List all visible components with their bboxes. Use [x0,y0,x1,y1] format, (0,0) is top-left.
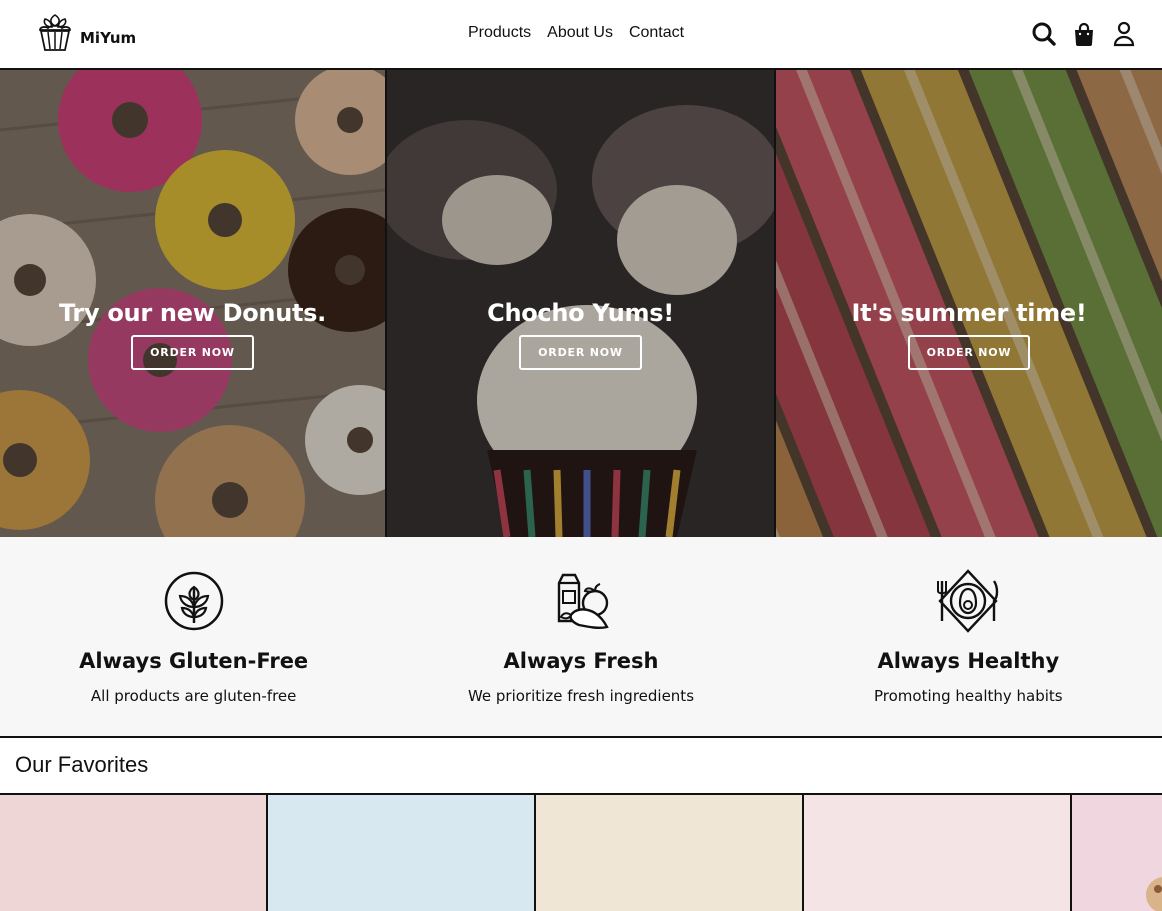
avocado-plate-icon [937,569,999,633]
order-now-button-cupcakes[interactable]: ORDER NOW [519,335,642,370]
hero-panel-donuts: Try our new Donuts. ORDER NOW [0,70,387,537]
hero-panel-cupcakes: Chocho Yums! ORDER NOW [387,70,776,537]
feature-fresh: Always Fresh We prioritize fresh ingredi… [387,537,774,736]
section-title: Our Favorites [15,752,149,777]
hero-title-donuts: Try our new Donuts. [59,299,326,327]
feature-text: Promoting healthy habits [873,687,1063,705]
shopping-bag-icon[interactable] [1072,21,1096,47]
feature-title: Always Gluten-Free [79,649,309,673]
hero-content-macarons: It's summer time! ORDER NOW [776,299,1162,370]
order-now-button-donuts[interactable]: ORDER NOW [131,335,254,370]
main-nav: Products About Us Contact [468,24,684,42]
feature-title: Always Fresh [503,649,659,673]
hero-banner: Try our new Donuts. ORDER NOW Chocho Yum… [0,70,1162,537]
favorite-card[interactable] [804,795,1072,911]
favorite-card[interactable] [268,795,536,911]
feature-gluten-free: Always Gluten-Free All products are glut… [0,537,387,736]
site-header: MiYum Products About Us Contact [0,0,1162,70]
favorite-card[interactable] [1072,795,1162,911]
cupcake-logo-icon [39,14,71,51]
feature-text: All products are gluten-free [90,687,297,705]
grocery-icon [557,573,609,630]
hero-content-cupcakes: Chocho Yums! ORDER NOW [387,299,774,370]
favorite-card[interactable] [0,795,268,911]
feature-title: Always Healthy [877,649,1060,673]
hero-title-cupcakes: Chocho Yums! [487,299,674,327]
favorite-card[interactable] [536,795,804,911]
feature-text: We prioritize fresh ingredients [467,687,695,705]
favorites-carousel [0,795,1162,911]
user-icon[interactable] [1112,21,1136,47]
feature-healthy: Always Healthy Promoting healthy habits [775,537,1162,736]
hero-content-donuts: Try our new Donuts. ORDER NOW [0,299,385,370]
nav-products[interactable]: Products [468,24,531,42]
favorites-header: Our Favorites [0,738,1162,795]
nav-contact[interactable]: Contact [629,24,684,42]
pastry-image [1146,877,1162,911]
hero-title-macarons: It's summer time! [851,299,1087,327]
nav-about-us[interactable]: About Us [547,24,613,42]
logo[interactable]: MiYum [36,12,136,54]
search-icon[interactable] [1032,21,1056,47]
features-section: Always Gluten-Free All products are glut… [0,537,1162,738]
leaf-badge-icon [164,571,223,631]
order-now-button-macarons[interactable]: ORDER NOW [907,335,1031,370]
hero-panel-macarons: It's summer time! ORDER NOW [776,70,1162,537]
logo-text: MiYum [80,29,137,47]
header-actions [1032,21,1136,47]
